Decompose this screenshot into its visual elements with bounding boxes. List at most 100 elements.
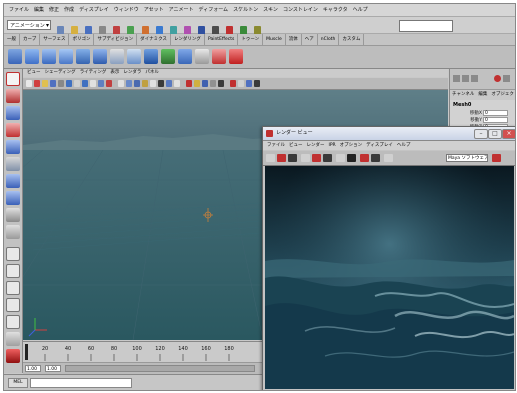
persp-outliner-layout-icon[interactable] xyxy=(6,281,20,295)
viewport-menu-item[interactable]: ライティング xyxy=(80,70,107,75)
channel-box-menu-item[interactable]: チャンネル xyxy=(452,92,474,97)
isolate-select-icon[interactable] xyxy=(174,80,180,87)
shelf-tab[interactable]: 一般 xyxy=(4,34,20,45)
wireframe-on-shaded-icon[interactable] xyxy=(134,80,140,87)
nurbs-sphere-icon[interactable] xyxy=(8,49,22,64)
display-rgb-icon[interactable] xyxy=(323,154,332,162)
shadows-icon[interactable] xyxy=(158,80,164,87)
poly-sphere-icon[interactable] xyxy=(110,49,124,64)
shelf-tab[interactable]: カーブ xyxy=(20,34,41,45)
redo-render-icon[interactable] xyxy=(266,154,275,162)
menu-item[interactable]: アセット xyxy=(144,7,164,13)
menu-item[interactable]: ヘルプ xyxy=(353,7,368,13)
bookmark-icon[interactable] xyxy=(42,80,48,87)
scale-tool-icon[interactable] xyxy=(6,157,20,171)
grid-toggle-icon[interactable] xyxy=(58,80,64,87)
menu-item[interactable]: キャラクタ xyxy=(323,7,348,13)
last-tool-icon[interactable] xyxy=(6,225,20,239)
motion-blur-icon[interactable] xyxy=(202,80,208,87)
rotate-tool-icon[interactable] xyxy=(6,140,20,154)
camera-attributes-icon[interactable] xyxy=(34,80,40,87)
ambient-occlusion-icon[interactable] xyxy=(194,80,200,87)
persp-graph-layout-icon[interactable] xyxy=(6,298,20,312)
nurbs-torus-icon[interactable] xyxy=(93,49,107,64)
menu-item[interactable]: ファイル xyxy=(9,7,29,13)
record-icon[interactable] xyxy=(494,75,501,82)
screen-space-icon[interactable] xyxy=(230,80,236,87)
range-slider-bar[interactable] xyxy=(65,365,255,372)
render-region-icon[interactable] xyxy=(277,154,286,162)
hypershade-icon[interactable] xyxy=(229,49,243,64)
menu-item[interactable]: ディスプレイ xyxy=(79,7,109,13)
snapshot-icon[interactable] xyxy=(288,154,297,162)
render-view-menu-item[interactable]: ビュー xyxy=(289,143,303,148)
attribute-editor-layout-icon[interactable] xyxy=(462,75,469,82)
safe-title-icon[interactable] xyxy=(106,80,112,87)
shelf-tab[interactable]: ダイナミクス xyxy=(137,34,171,45)
hypershade-layout-icon[interactable] xyxy=(6,315,20,329)
range-start-field[interactable]: 1.00 xyxy=(25,365,41,372)
menu-item[interactable]: 修正 xyxy=(49,7,59,13)
render-view-menu-item[interactable]: IPR xyxy=(329,143,336,148)
shelf-tab[interactable]: 流体 xyxy=(286,34,302,45)
field-chart-icon[interactable] xyxy=(90,80,96,87)
object-name[interactable]: Mesh0 xyxy=(450,100,515,110)
command-input[interactable] xyxy=(30,378,132,388)
menu-item[interactable]: コンストレイン xyxy=(283,7,318,13)
menu-item[interactable]: 作成 xyxy=(64,7,74,13)
viewport-menu-item[interactable]: シェーディング xyxy=(45,70,76,75)
gamma-icon[interactable] xyxy=(238,80,244,87)
viewport-menu-item[interactable]: パネル xyxy=(145,70,159,75)
soft-mod-icon[interactable] xyxy=(6,191,20,205)
hq-render-icon[interactable] xyxy=(186,80,192,87)
nurbs-plane-icon[interactable] xyxy=(76,49,90,64)
textured-icon[interactable] xyxy=(142,80,148,87)
wireframe-icon[interactable] xyxy=(118,80,124,87)
menu-item[interactable]: スキン xyxy=(263,7,278,13)
quick-select-field[interactable] xyxy=(399,20,453,32)
channel-box-menu-item[interactable]: 編集 xyxy=(478,92,487,97)
remove-image-icon[interactable] xyxy=(371,154,380,162)
shelf-tab[interactable]: ポリゴン xyxy=(69,34,95,45)
camera-icon[interactable] xyxy=(195,49,209,64)
channel-box-menu-item[interactable]: オブジェクト xyxy=(491,92,515,97)
current-time-marker[interactable] xyxy=(25,344,28,360)
shelf-tab[interactable]: サーフェス xyxy=(40,34,70,45)
nurbs-cylinder-icon[interactable] xyxy=(42,49,56,64)
depth-of-field-icon[interactable] xyxy=(218,80,224,87)
paint-select-tool-icon[interactable] xyxy=(6,106,20,120)
safe-action-icon[interactable] xyxy=(98,80,104,87)
minimize-button[interactable]: – xyxy=(474,129,488,139)
renderer-dropdown[interactable]: Maya ソフトウェア xyxy=(446,154,488,162)
viewport-menu-item[interactable]: ビュー xyxy=(27,70,41,75)
poly-cylinder-icon[interactable] xyxy=(144,49,158,64)
render-view-menu-item[interactable]: オプション xyxy=(340,143,363,148)
tool-settings-layout-icon[interactable] xyxy=(471,75,478,82)
grayscale-icon[interactable] xyxy=(254,80,260,87)
shelf-tab[interactable]: nCloth xyxy=(318,34,340,45)
shelf-tab[interactable]: レンダリング xyxy=(171,34,205,45)
menu-item[interactable]: アニメート xyxy=(169,7,194,13)
real-size-icon[interactable] xyxy=(347,154,356,162)
move-tool-icon[interactable] xyxy=(6,123,20,137)
shelf-tab[interactable]: PaintEffects xyxy=(205,34,239,45)
mel-label[interactable]: MEL xyxy=(8,378,28,388)
ipr-icon[interactable] xyxy=(301,154,310,162)
refresh-ipr-icon[interactable] xyxy=(312,154,321,162)
shelf-tab[interactable]: トゥーン xyxy=(238,34,264,45)
shelf-tab[interactable]: サブディビジョン xyxy=(94,34,138,45)
outliner-layout-icon[interactable] xyxy=(6,332,20,346)
lasso-tool-icon[interactable] xyxy=(6,89,20,103)
xray-icon[interactable] xyxy=(166,80,172,87)
render-settings-icon[interactable] xyxy=(384,154,393,162)
poly-torus-icon[interactable] xyxy=(178,49,192,64)
shelf-tab[interactable]: ヘア xyxy=(302,34,318,45)
poly-cube-icon[interactable] xyxy=(127,49,141,64)
universal-manip-icon[interactable] xyxy=(6,174,20,188)
channel-box-close-icon[interactable] xyxy=(503,75,510,82)
shelf-tab[interactable]: Muscle xyxy=(263,34,286,45)
render-view-menu-item[interactable]: ファイル xyxy=(267,143,285,148)
show-manip-icon[interactable] xyxy=(6,208,20,222)
resolution-gate-icon[interactable] xyxy=(74,80,80,87)
menu-item[interactable]: 編集 xyxy=(34,7,44,13)
